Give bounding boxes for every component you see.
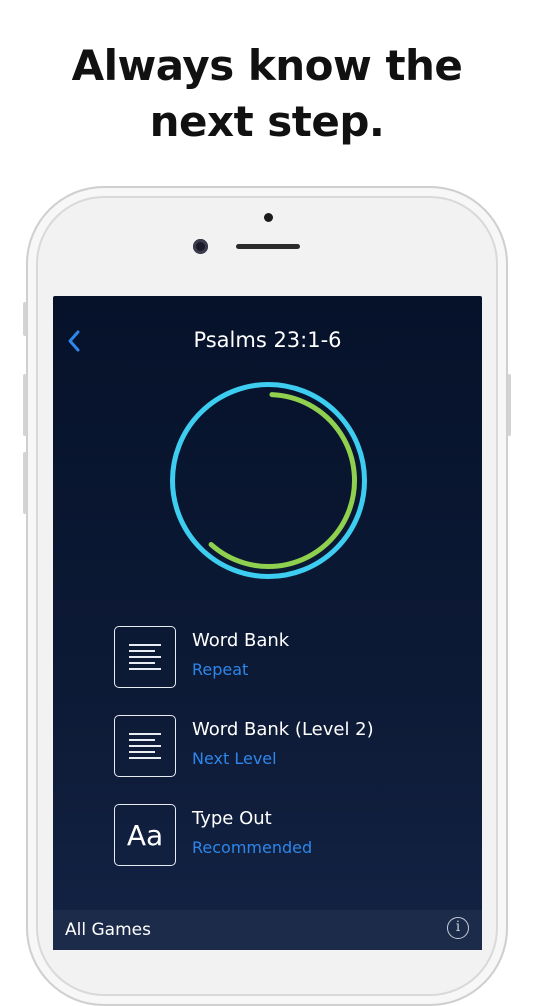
- game-item-word-bank[interactable]: Word Bank Repeat: [114, 626, 454, 690]
- front-camera: [193, 239, 208, 254]
- earpiece-speaker: [236, 244, 300, 249]
- all-games-button[interactable]: All Games: [65, 918, 151, 942]
- progress-ring-inner-arc: [208, 392, 357, 569]
- volume-down-button: [23, 452, 27, 514]
- progress-ring-outer: [170, 382, 367, 579]
- power-button: [507, 374, 511, 436]
- info-icon[interactable]: i: [447, 917, 469, 939]
- progress-ring: [170, 382, 367, 579]
- proximity-sensor: [264, 213, 273, 222]
- headline-line-2: next step.: [149, 97, 385, 146]
- headline-line-1: Always know the: [71, 41, 463, 90]
- page-title: Psalms 23:1-6: [193, 328, 342, 352]
- game-action-link[interactable]: Next Level: [192, 748, 277, 770]
- game-name: Word Bank: [192, 630, 290, 651]
- game-action-link[interactable]: Recommended: [192, 837, 312, 859]
- game-action-link[interactable]: Repeat: [192, 659, 248, 681]
- mute-switch: [23, 302, 27, 336]
- game-name: Type Out: [192, 808, 272, 829]
- game-item-word-bank-level-2[interactable]: Word Bank (Level 2) Next Level: [114, 715, 454, 779]
- game-item-type-out[interactable]: Aa Type Out Recommended: [114, 804, 454, 868]
- volume-up-button: [23, 374, 27, 436]
- app-screen: Psalms 23:1-6 Word Bank Repeat Word Bank…: [53, 296, 482, 950]
- game-name: Word Bank (Level 2): [192, 719, 374, 740]
- bottom-bar: All Games i: [53, 910, 482, 950]
- headline: Always know the next step.: [0, 38, 534, 150]
- word-bank-icon: [114, 715, 176, 777]
- word-bank-icon: [114, 626, 176, 688]
- type-out-icon: Aa: [114, 804, 176, 866]
